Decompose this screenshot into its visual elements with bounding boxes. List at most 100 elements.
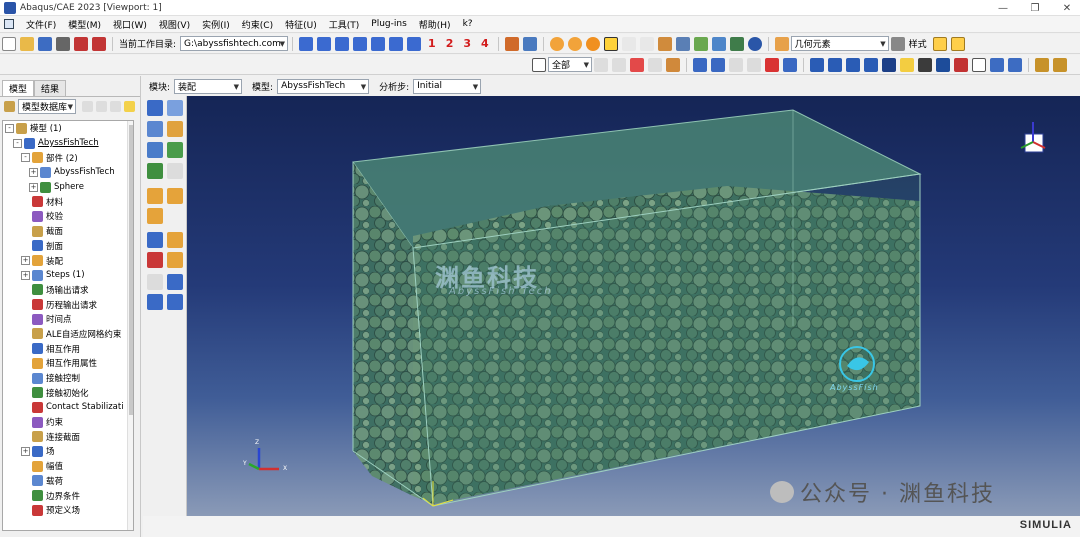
view-yz-icon[interactable] — [371, 36, 386, 51]
axis-tool-icon[interactable] — [147, 294, 163, 310]
auto-fit-icon[interactable] — [765, 57, 779, 72]
query-icon[interactable] — [504, 36, 519, 51]
view-2-button[interactable]: 2 — [446, 37, 454, 50]
expand-icon[interactable]: + — [29, 167, 38, 177]
import-icon[interactable] — [74, 36, 88, 51]
view-zx-icon[interactable] — [335, 36, 350, 51]
constraint-edge-icon[interactable] — [147, 208, 163, 224]
tree-item[interactable]: 截面 — [3, 224, 133, 239]
axis-tool-icon[interactable] — [167, 274, 183, 290]
menu-model[interactable]: 模型(M) — [62, 18, 107, 31]
render-shaded-icon[interactable] — [729, 36, 744, 51]
new-file-icon[interactable] — [2, 36, 16, 51]
tree-item[interactable]: ALE自适应网格约束 — [3, 327, 133, 342]
collapse-icon[interactable]: - — [5, 123, 14, 133]
tree-icon[interactable] — [657, 36, 672, 51]
tree-item[interactable]: 相互作用属性 — [3, 356, 133, 371]
viewport-3-icon[interactable] — [846, 57, 860, 72]
minimize-button[interactable]: — — [996, 3, 1010, 14]
model-combo[interactable]: AbyssFishTech ▼ — [277, 78, 370, 94]
render-hidden-icon[interactable] — [711, 36, 726, 51]
table-view-icon[interactable] — [1008, 57, 1022, 72]
menu-tools[interactable]: 工具(T) — [323, 18, 366, 31]
tree-item[interactable]: 幅值 — [3, 459, 133, 474]
tree-item[interactable]: + Sphere — [3, 180, 133, 195]
close-button[interactable]: ✕ — [1060, 3, 1074, 14]
sphere-icon[interactable] — [585, 36, 600, 51]
tree-item[interactable]: - AbyssFishTech — [3, 136, 133, 151]
expand-icon[interactable]: + — [21, 446, 30, 456]
grid-icon[interactable] — [675, 36, 690, 51]
tree-item[interactable]: + Steps (1) — [3, 268, 133, 283]
view-zy-icon[interactable] — [389, 36, 404, 51]
cycle-icon[interactable] — [783, 57, 797, 72]
axis-tool-icon[interactable] — [167, 294, 183, 310]
view-xy-icon[interactable] — [299, 36, 314, 51]
expand-icon[interactable] — [82, 101, 93, 112]
view-cut-icon[interactable] — [918, 57, 932, 72]
tree-item[interactable]: 预定义场 — [3, 503, 133, 518]
zoom-icon[interactable] — [729, 57, 743, 72]
viewport-canvas[interactable]: 渊鱼科技 AbyssFish Tech AbyssFish Z Y X — [187, 96, 1080, 516]
menu-plugins[interactable]: Plug-ins — [365, 19, 413, 29]
tree-item[interactable]: 边界条件 — [3, 488, 133, 503]
render-wire-icon[interactable] — [693, 36, 708, 51]
create-instance-icon[interactable] — [147, 100, 163, 116]
table-icon[interactable] — [522, 36, 537, 51]
menu-file[interactable]: 文件(F) — [20, 18, 62, 31]
expand-icon[interactable]: + — [21, 270, 30, 280]
annotation-icon[interactable] — [954, 57, 968, 72]
open-folder-icon[interactable] — [20, 36, 34, 51]
select-inside-icon[interactable] — [648, 57, 662, 72]
selection-filter-combo[interactable]: 全部 ▼ — [548, 57, 592, 72]
scrollbar-thumb[interactable] — [129, 125, 133, 415]
translate-icon[interactable] — [167, 121, 183, 137]
view-xz-icon[interactable] — [353, 36, 368, 51]
tree-item[interactable]: 历程输出请求 — [3, 297, 133, 312]
info-icon[interactable] — [747, 36, 762, 51]
merge-icon[interactable] — [167, 142, 183, 158]
sphere-pair-icon[interactable] — [567, 36, 582, 51]
viewport-1-icon[interactable] — [810, 57, 824, 72]
tree-item[interactable]: + 场 — [3, 444, 133, 459]
expand-icon[interactable]: + — [29, 182, 38, 192]
tree-selector-combo[interactable]: 模型数据库 ▼ — [18, 99, 76, 114]
redo-icon[interactable] — [639, 36, 654, 51]
tree-item[interactable]: - 模型 (1) — [3, 121, 133, 136]
datum-point-icon[interactable] — [147, 232, 163, 248]
palette-icon[interactable] — [774, 36, 789, 51]
step-combo[interactable]: Initial ▼ — [413, 78, 482, 94]
cursor-select-icon[interactable] — [603, 36, 618, 51]
tree-item[interactable]: Contact Stabilizati — [3, 400, 133, 415]
layout-icon[interactable] — [1053, 57, 1067, 72]
tree-scrollbar[interactable] — [127, 121, 133, 530]
pan-icon[interactable] — [693, 57, 707, 72]
viewport-2-icon[interactable] — [828, 57, 842, 72]
constraint-face-icon[interactable] — [167, 188, 183, 204]
context-help-icon[interactable]: k? — [457, 19, 479, 29]
print-icon[interactable] — [56, 36, 70, 51]
tab-model[interactable]: 模型 — [2, 80, 35, 96]
tree-item[interactable]: 校验 — [3, 209, 133, 224]
view-4-button[interactable]: 4 — [481, 37, 489, 50]
xyz-csys-icon[interactable] — [147, 274, 163, 290]
cube-icon[interactable] — [932, 36, 947, 51]
filter-icon[interactable] — [96, 101, 107, 112]
menu-feature[interactable]: 特征(U) — [279, 18, 323, 31]
menu-help[interactable]: 帮助(H) — [413, 18, 457, 31]
constraint-parallel-icon[interactable] — [147, 188, 163, 204]
instance-visibility-icon[interactable] — [167, 163, 183, 179]
undo-icon[interactable] — [621, 36, 636, 51]
select-mode-icon[interactable] — [594, 57, 608, 72]
tree-item[interactable]: 相互作用 — [3, 341, 133, 356]
replace-icon[interactable] — [147, 163, 163, 179]
menu-viewport[interactable]: 视口(W) — [107, 18, 153, 31]
tree-item[interactable]: 场输出请求 — [3, 283, 133, 298]
perspective-icon[interactable] — [882, 57, 896, 72]
view-1-button[interactable]: 1 — [428, 37, 436, 50]
select-from-icon[interactable] — [612, 57, 626, 72]
cube-icon[interactable] — [950, 36, 965, 51]
tree-item[interactable]: 接触初始化 — [3, 385, 133, 400]
datum-csys-icon[interactable] — [167, 252, 183, 268]
radial-pattern-icon[interactable] — [147, 121, 163, 137]
